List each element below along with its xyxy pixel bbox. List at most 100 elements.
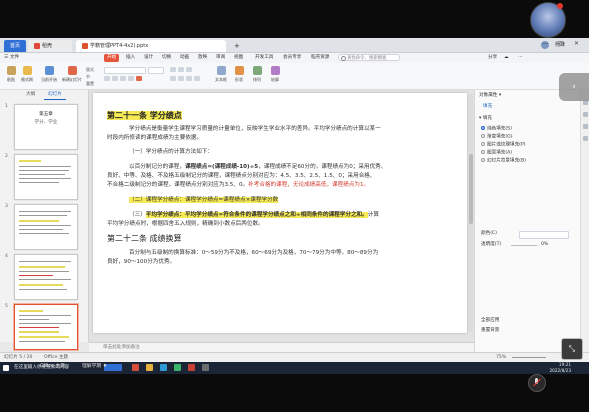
arrange-button[interactable]: 排列 bbox=[250, 66, 264, 83]
color-picker[interactable] bbox=[519, 231, 569, 239]
expand-icon[interactable]: ⤡ bbox=[561, 338, 583, 360]
fill-option-label: 图案填充(A) bbox=[487, 150, 513, 156]
textbox-button[interactable]: 文本框 bbox=[214, 66, 228, 83]
menu-slideshow[interactable]: 放映 bbox=[198, 54, 207, 62]
arrange-label: 排列 bbox=[253, 77, 261, 82]
menu-design[interactable]: 设计 bbox=[144, 54, 153, 62]
taskbar-pinned-label[interactable]: 理解学期 ♦ bbox=[82, 362, 107, 369]
slide-thumbnail-4[interactable] bbox=[14, 254, 78, 300]
format-painter-button[interactable]: 格式刷 bbox=[20, 66, 34, 83]
bullets-icon[interactable] bbox=[170, 67, 176, 72]
italic-icon[interactable] bbox=[112, 76, 118, 81]
app-icon[interactable] bbox=[202, 364, 209, 371]
shape-button[interactable]: 形状 bbox=[232, 66, 246, 83]
format-icon[interactable] bbox=[583, 124, 588, 129]
menu-developer[interactable]: 开发工具 bbox=[255, 54, 273, 62]
slide-heading-21[interactable]: 第二十一条 学分绩点 bbox=[107, 110, 182, 121]
wps-icon[interactable] bbox=[132, 364, 139, 371]
menu-animation[interactable]: 动画 bbox=[180, 54, 189, 62]
more-icon[interactable]: ⋯ bbox=[518, 54, 523, 62]
fill-section-header[interactable]: ▾ 填充 bbox=[479, 116, 492, 122]
window-controls[interactable]: — ▢ ✕ bbox=[542, 40, 583, 47]
slide-thumbnail-5[interactable] bbox=[14, 304, 78, 350]
system-clock[interactable]: 19:21 2022/8/23 bbox=[550, 362, 571, 374]
slide-number: 3 bbox=[5, 204, 8, 209]
slide-thumbnail-1[interactable]: 第五章 学分、学业 bbox=[14, 104, 78, 150]
thumb-line bbox=[19, 289, 67, 290]
transparency-slider[interactable] bbox=[511, 245, 537, 246]
settings-icon[interactable] bbox=[583, 136, 588, 141]
align-right-icon[interactable] bbox=[186, 76, 192, 81]
current-slide[interactable]: 第二十一条 学分绩点 学分绩点是衡量学生课程学习质量的计量单位，反映学生学业水平… bbox=[93, 93, 467, 333]
tab-docer[interactable]: 稻壳 bbox=[28, 40, 72, 52]
indent-icon[interactable] bbox=[186, 67, 192, 72]
grade-point-formula: 课程绩点=(课程成绩-10)÷5 bbox=[184, 164, 259, 170]
align-center-icon[interactable] bbox=[178, 76, 184, 81]
font-size-select[interactable] bbox=[148, 67, 164, 74]
fill-option-picture[interactable]: 图片或纹理填充(P) bbox=[481, 142, 526, 149]
layout-button[interactable]: 版式 bbox=[86, 67, 94, 72]
new-slide-button[interactable]: 新建幻灯片 bbox=[62, 66, 82, 83]
taskbar-app-label[interactable]: Office 主题 bbox=[40, 362, 65, 369]
menu-member[interactable]: 会员专享 bbox=[283, 54, 301, 62]
fill-option-solid[interactable]: 纯色填充(S) bbox=[481, 126, 512, 133]
font-family-select[interactable] bbox=[104, 67, 146, 74]
fill-option-label: 纯色填充(S) bbox=[487, 126, 512, 132]
pdf-icon[interactable] bbox=[188, 364, 195, 371]
transparency-value[interactable]: 0% bbox=[541, 242, 548, 248]
numbering-icon[interactable] bbox=[178, 67, 184, 72]
floating-panel-toggle[interactable]: ‹ bbox=[559, 73, 589, 101]
transparency-label: 透明度(T) bbox=[481, 242, 502, 247]
menu-bar: 三 文件 开始 插入 设计 切换 动画 放映 审阅 视图 开发工具 会员专享 稻… bbox=[0, 53, 589, 63]
speaker-notes[interactable]: 单击此处添加备注 bbox=[89, 342, 474, 352]
reset-button[interactable]: 重置 bbox=[86, 81, 94, 86]
para3-line1: 百分制与五级制的换算标准：0～59分为不及格，60～69分为及格，70～79分为… bbox=[129, 250, 379, 256]
from-current-button[interactable]: 当前开始 bbox=[40, 66, 58, 83]
fill-option-background[interactable]: 幻灯片背景填充(B) bbox=[481, 158, 526, 165]
chat-icon[interactable] bbox=[174, 364, 181, 371]
menu-insert[interactable]: 插入 bbox=[126, 54, 135, 62]
outline-button[interactable]: 轮廓 bbox=[268, 66, 282, 83]
thumb-line bbox=[19, 266, 65, 268]
command-search-input[interactable]: 查找命令、搜索模板 bbox=[338, 54, 400, 61]
menu-docer[interactable]: 稻壳资源 bbox=[311, 54, 329, 62]
apply-all-button[interactable]: 全部应用 bbox=[481, 318, 499, 324]
tab-document[interactable]: 学籍管理PPT4-4x2).pptx bbox=[76, 40, 226, 52]
reset-background-button[interactable]: 重置背景 bbox=[481, 328, 499, 334]
section-button[interactable]: 节 bbox=[86, 74, 90, 79]
cloud-icon[interactable]: ☁ bbox=[504, 54, 509, 62]
underline-icon[interactable] bbox=[120, 76, 126, 81]
new-tab-button[interactable]: + bbox=[228, 40, 240, 52]
share-button[interactable]: 分享 bbox=[488, 54, 497, 62]
menu-home[interactable]: 开始 bbox=[104, 54, 120, 62]
slide-thumbnail-2[interactable] bbox=[14, 154, 78, 200]
panel-title[interactable]: 对象属性 ▾ bbox=[479, 93, 501, 99]
align-left-icon[interactable] bbox=[170, 76, 176, 81]
menu-file[interactable]: 三 文件 bbox=[4, 54, 19, 62]
bold-icon[interactable] bbox=[104, 76, 110, 81]
fill-option-gradient[interactable]: 渐变填充(G) bbox=[481, 134, 513, 141]
start-icon[interactable] bbox=[3, 365, 9, 371]
justify-icon[interactable] bbox=[194, 76, 200, 81]
paste-button[interactable]: 粘贴 bbox=[4, 66, 18, 83]
strikethrough-icon[interactable] bbox=[128, 76, 134, 81]
explorer-icon[interactable] bbox=[146, 364, 153, 371]
menu-review[interactable]: 审阅 bbox=[216, 54, 225, 62]
scrollbar-thumb[interactable] bbox=[469, 154, 473, 224]
zoom-slider[interactable] bbox=[512, 357, 546, 358]
slide-heading-22[interactable]: 第二十二条 成绩换算 bbox=[107, 233, 182, 244]
fill-option-pattern[interactable]: 图案填充(A) bbox=[481, 150, 512, 157]
mute-mic-icon[interactable] bbox=[528, 374, 546, 392]
tab-outline[interactable]: 大纲 bbox=[22, 90, 39, 99]
animation-icon[interactable] bbox=[583, 112, 588, 117]
menu-transition[interactable]: 切换 bbox=[162, 54, 171, 62]
tab-home[interactable]: 首页 bbox=[4, 40, 26, 52]
para2-line2: 良好、中等、及格、不及格五级制记分的课程，课程绩点分别对应为：4.5、3.5、2… bbox=[107, 173, 376, 179]
slide-thumbnail-3[interactable] bbox=[14, 204, 78, 250]
edge-icon[interactable] bbox=[160, 364, 167, 371]
tab-fill[interactable]: 填充 bbox=[483, 104, 492, 110]
tab-slides[interactable]: 幻灯片 bbox=[44, 90, 66, 100]
vertical-scrollbar[interactable] bbox=[469, 94, 473, 332]
font-color-icon[interactable] bbox=[136, 76, 142, 81]
menu-view[interactable]: 视图 bbox=[234, 54, 243, 62]
